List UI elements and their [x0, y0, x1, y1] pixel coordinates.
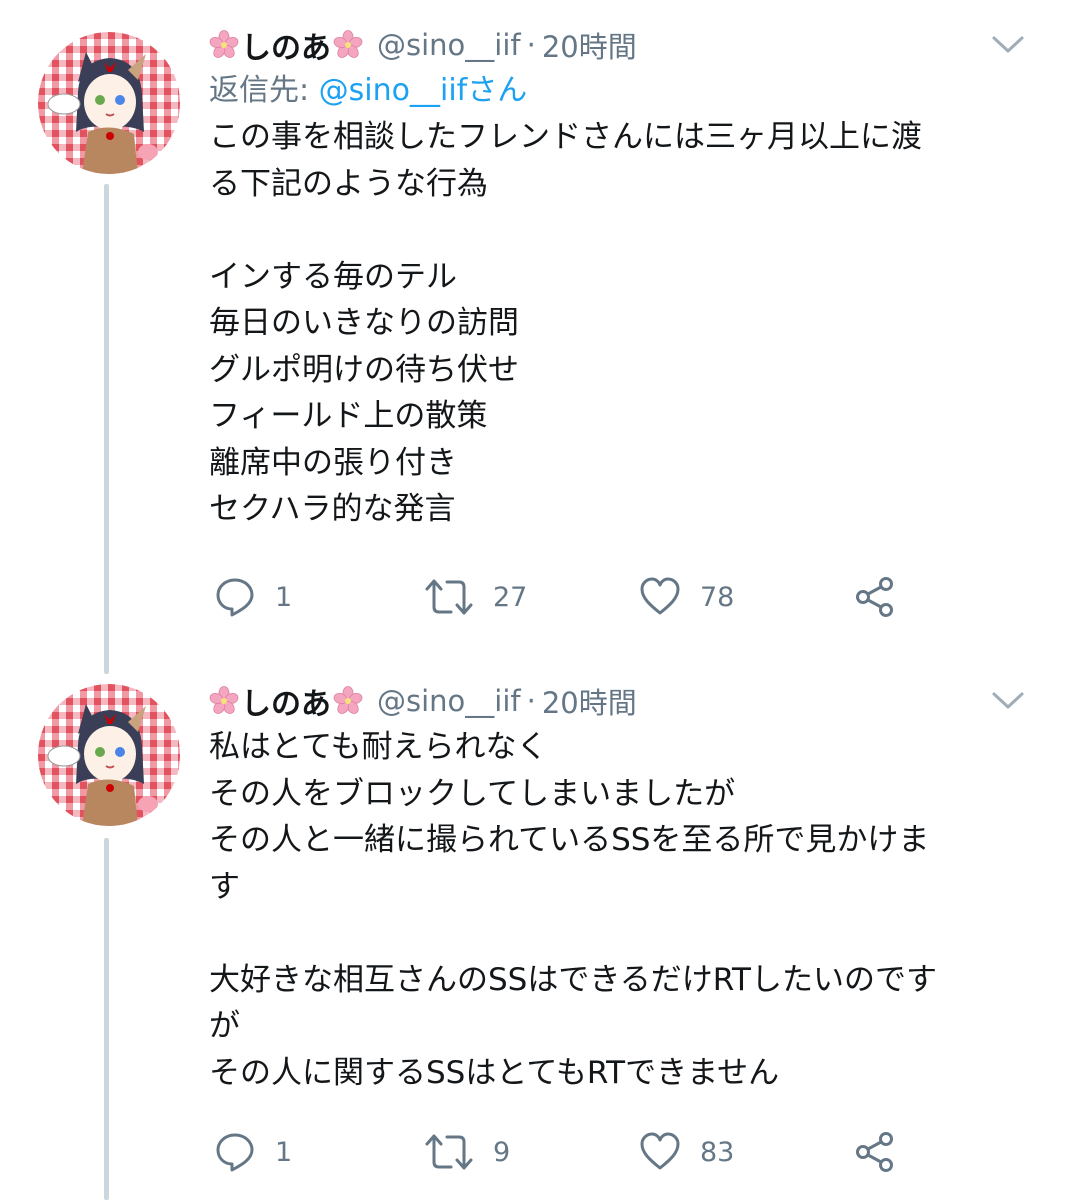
retweet-icon: [425, 1134, 473, 1170]
tweet-text-line: インする毎のテル: [209, 258, 457, 295]
tweet-text-line: 毎日のいきなりの訪問: [209, 305, 519, 341]
tweet-text-line: [209, 910, 1028, 957]
heart-icon: [640, 1132, 680, 1170]
share-button[interactable]: [853, 572, 897, 622]
tweet-actions: 1 9 83: [213, 1127, 933, 1177]
tweet-text-line: その人と一緒に撮られているSSを至る所で見かけま: [209, 822, 930, 858]
tweet-text-line: フィールド上の散策: [209, 398, 488, 434]
share-button[interactable]: [853, 1127, 897, 1177]
reply-button[interactable]: 1: [213, 1127, 292, 1177]
cherry-blossom-icon: [209, 30, 239, 58]
display-name[interactable]: しのあ: [241, 23, 331, 67]
user-handle[interactable]: @sino__iif: [377, 28, 521, 62]
separator-dot: ·: [526, 28, 536, 62]
share-icon: [856, 577, 893, 617]
tweet-text-line: 私はとても耐えられなく: [209, 729, 548, 765]
cherry-blossom-icon: [333, 686, 363, 714]
reply-count: 1: [275, 581, 293, 613]
cherry-blossom-icon: [333, 30, 363, 58]
tweet-text-line: 大好きな相互さんのSSはできるだけRTしたいのです: [209, 961, 937, 998]
retweet-icon: [425, 579, 473, 615]
timestamp[interactable]: 20時間: [542, 24, 637, 66]
avatar[interactable]: [38, 684, 180, 826]
cherry-blossom-icon: [209, 686, 239, 714]
tweet[interactable]: しのあ @sino__iif · 20時間 返信先: @sino__iifさん: [0, 22, 1068, 642]
tweet-actions: 1 27 78: [213, 572, 933, 622]
separator-dot: ·: [526, 684, 536, 718]
reply-button[interactable]: 1: [213, 572, 292, 622]
like-count: 78: [700, 581, 735, 613]
avatar[interactable]: [38, 32, 180, 174]
reply-to-label: 返信先: @sino__iifさん: [209, 68, 1028, 114]
tweet-text-line: る下記のような行為: [209, 165, 488, 202]
retweet-button[interactable]: 9: [423, 1127, 510, 1177]
like-button[interactable]: 83: [638, 1127, 734, 1177]
chevron-down-icon[interactable]: [988, 688, 1028, 714]
like-count: 83: [700, 1136, 735, 1168]
share-icon: [856, 1132, 893, 1172]
reply-bubble-icon: [216, 578, 254, 617]
retweet-button[interactable]: 27: [423, 572, 527, 622]
display-name[interactable]: しのあ: [241, 679, 331, 723]
tweet-header: しのあ @sino__iif · 20時間: [209, 22, 1028, 68]
user-handle[interactable]: @sino__iif: [377, 684, 521, 718]
tweet-text-line: す: [209, 868, 240, 905]
tweet-text-line: [209, 207, 1028, 254]
tweet-text-line: その人をブロックしてしまいましたが: [209, 775, 736, 812]
reply-bubble-icon: [216, 1133, 254, 1172]
tweet-text-line: その人に関するSSはとてもRTできません: [209, 1054, 780, 1091]
timestamp[interactable]: 20時間: [542, 680, 637, 722]
tweet-header: しのあ @sino__iif · 20時間: [209, 678, 1028, 724]
tweet-text-line: この事を相談したフレンドさんには三ヶ月以上に渡: [209, 119, 922, 155]
reply-mention-link[interactable]: @sino__iifさん: [319, 73, 528, 108]
tweet-text-line: が: [209, 1008, 240, 1044]
tweet-text: 私はとても耐えられなく その人をブロックしてしまいましたが その人と一緒に撮られ…: [209, 724, 1028, 1096]
tweet-text-line: 離席中の張り付き: [209, 444, 457, 481]
tweet-text-line: セクハラ的な発言: [209, 491, 456, 527]
heart-icon: [640, 577, 680, 615]
chevron-down-icon[interactable]: [988, 32, 1028, 58]
retweet-count: 9: [493, 1136, 511, 1168]
reply-to-prefix: 返信先:: [209, 73, 319, 108]
retweet-count: 27: [493, 581, 528, 613]
like-button[interactable]: 78: [638, 572, 734, 622]
tweet[interactable]: しのあ @sino__iif · 20時間 私はとても耐えられなく その人をブロ…: [0, 678, 1068, 1200]
tweet-text-line: グルポ明けの待ち伏せ: [209, 351, 519, 388]
reply-count: 1: [275, 1136, 293, 1168]
tweet-text: この事を相談したフレンドさんには三ヶ月以上に渡 る下記のような行為 インする毎の…: [209, 114, 1028, 533]
